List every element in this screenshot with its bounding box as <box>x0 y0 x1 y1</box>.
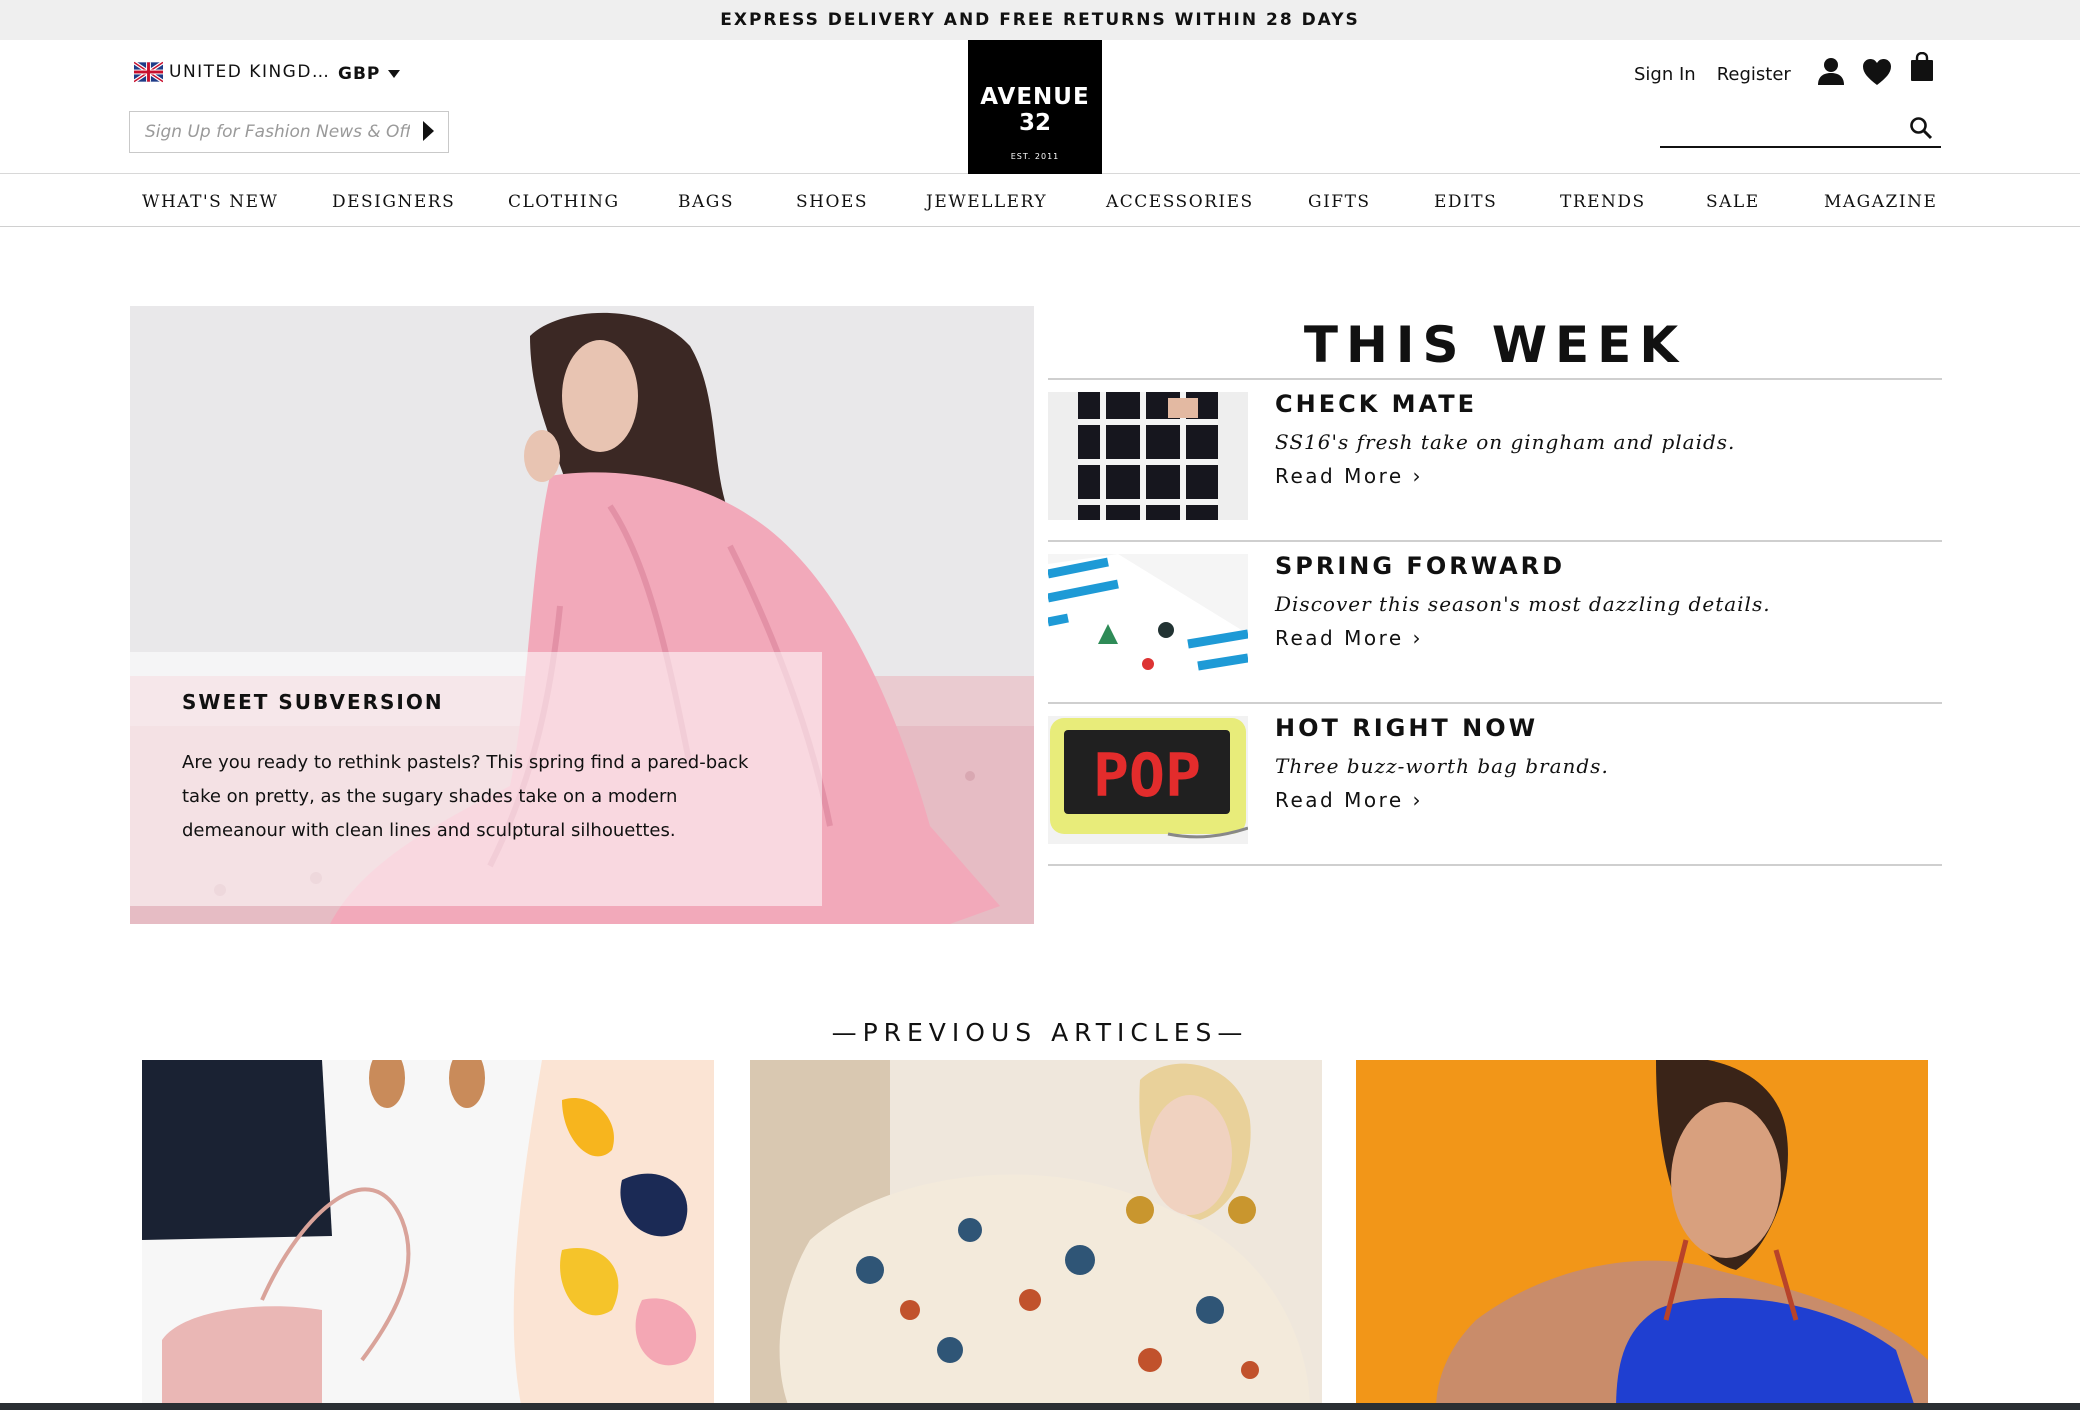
spring-forward-read-more[interactable]: Read More › <box>1275 626 1423 650</box>
hot-right-now-read-more[interactable]: Read More › <box>1275 788 1423 812</box>
sign-in-link[interactable]: Sign In <box>1634 64 1696 85</box>
country-selector[interactable]: UNITED KINGD… <box>134 58 330 86</box>
nav-bags[interactable]: BAGS <box>678 192 734 212</box>
divider <box>1048 702 1942 704</box>
previous-article-3[interactable] <box>1356 1060 1928 1410</box>
pop-bag-photo: POP <box>1048 716 1248 844</box>
nav-sale[interactable]: SALE <box>1706 192 1760 212</box>
hot-right-now-thumbnail[interactable]: POP <box>1048 716 1248 844</box>
heart-icon[interactable] <box>1862 58 1892 86</box>
avenue32-logo[interactable]: AVENUE 32 EST. 2011 <box>968 40 1102 174</box>
search-icon[interactable] <box>1909 116 1933 140</box>
hot-right-now-desc: Three buzz-worth bag brands. <box>1275 754 1609 778</box>
logo-est: EST. 2011 <box>1010 152 1060 161</box>
search-input[interactable] <box>1660 112 1905 144</box>
nav-accessories[interactable]: ACCESSORIES <box>1106 192 1254 212</box>
paisley-blouse-photo <box>750 1060 1322 1410</box>
divider <box>1048 540 1942 542</box>
promo-text: EXPRESS DELIVERY AND FREE RETURNS WITHIN… <box>720 10 1360 30</box>
logo-line2: 32 <box>1018 110 1051 136</box>
check-mate-title[interactable]: CHECK MATE <box>1275 390 1477 418</box>
country-name: UNITED KINGD… <box>169 62 331 82</box>
divider <box>1048 864 1942 866</box>
nav-clothing[interactable]: CLOTHING <box>508 192 620 212</box>
bag-icon[interactable] <box>1910 52 1934 82</box>
chevron-down-icon <box>388 70 401 78</box>
nav-gifts[interactable]: GIFTS <box>1308 192 1371 212</box>
account-links: Sign In Register <box>1634 64 1791 85</box>
flatlay-photo <box>142 1060 714 1410</box>
previous-article-1[interactable] <box>142 1060 714 1410</box>
blue-top-photo <box>1356 1060 1928 1410</box>
check-mate-thumbnail[interactable] <box>1048 392 1248 520</box>
nav-whats-new[interactable]: WHAT'S NEW <box>142 192 278 212</box>
divider <box>1048 378 1942 380</box>
main-nav: WHAT'S NEW DESIGNERS CLOTHING BAGS SHOES… <box>0 175 2080 227</box>
promo-bar: EXPRESS DELIVERY AND FREE RETURNS WITHIN… <box>0 0 2080 40</box>
check-mate-read-more[interactable]: Read More › <box>1275 464 1423 488</box>
bottom-bar <box>0 1403 2080 1410</box>
spring-forward-desc: Discover this season's most dazzling det… <box>1275 592 1771 616</box>
logo-line1: AVENUE <box>980 84 1090 110</box>
hero-body: Are you ready to rethink pastels? This s… <box>182 752 749 841</box>
spring-forward-title[interactable]: SPRING FORWARD <box>1275 552 1565 580</box>
hero-title: SWEET SUBVERSION <box>182 690 444 714</box>
check-mate-desc: SS16's fresh take on gingham and plaids. <box>1275 430 1736 454</box>
previous-article-2[interactable] <box>750 1060 1322 1410</box>
previous-articles-heading: —PREVIOUS ARTICLES— <box>831 1018 1249 1047</box>
newsletter-email-input[interactable] <box>130 112 410 151</box>
hot-right-now-title[interactable]: HOT RIGHT NOW <box>1275 714 1538 742</box>
submit-arrow-icon[interactable] <box>423 121 434 141</box>
currency-label: GBP <box>338 64 381 84</box>
pop-bag-text: POP <box>1093 741 1201 811</box>
newsletter-signup <box>129 111 449 153</box>
nav-jewellery[interactable]: JEWELLERY <box>926 192 1047 212</box>
user-icon[interactable] <box>1816 56 1846 86</box>
nav-shoes[interactable]: SHOES <box>796 192 868 212</box>
nav-designers[interactable]: DESIGNERS <box>332 192 455 212</box>
register-link[interactable]: Register <box>1717 64 1791 85</box>
sock-photo <box>1048 554 1248 682</box>
this-week-heading: THIS WEEK <box>1303 316 1687 374</box>
search-underline <box>1660 146 1941 148</box>
nav-magazine[interactable]: MAGAZINE <box>1824 192 1937 212</box>
spring-forward-thumbnail[interactable] <box>1048 554 1248 682</box>
nav-trends[interactable]: TRENDS <box>1560 192 1646 212</box>
uk-flag-icon <box>134 60 163 84</box>
currency-selector[interactable]: GBP <box>338 64 401 84</box>
nav-edits[interactable]: EDITS <box>1434 192 1497 212</box>
gingham-photo <box>1048 392 1248 520</box>
